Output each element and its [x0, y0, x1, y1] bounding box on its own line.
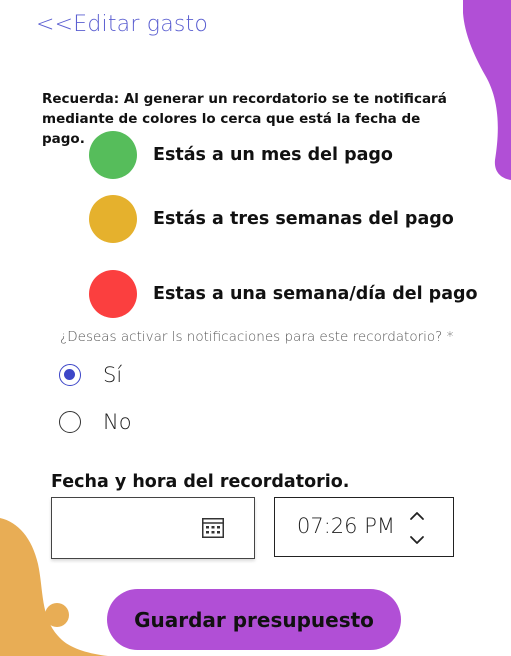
time-input[interactable]: 07:26 PM — [274, 497, 454, 557]
date-input[interactable] — [51, 497, 255, 559]
legend-row-one-week: Estas a una semana/día del pago — [89, 269, 478, 319]
notifications-question: ¿Deseas activar ls notificaciones para e… — [60, 329, 454, 345]
radio-label-no: No — [103, 410, 132, 434]
calendar-icon[interactable] — [202, 518, 224, 538]
save-budget-button[interactable]: Guardar presupuesto — [107, 589, 401, 650]
back-to-edit-expense-link[interactable]: <<Editar gasto — [36, 12, 208, 37]
yellow-status-dot — [89, 195, 137, 243]
legend-label: Estás a tres semanas del pago — [153, 209, 454, 229]
radio-label-yes: Sí — [103, 363, 123, 387]
decorative-purple-blob — [463, 0, 511, 180]
legend-row-one-month: Estás a un mes del pago — [89, 130, 393, 180]
legend-row-three-weeks: Estás a tres semanas del pago — [89, 194, 454, 244]
radio-option-no[interactable]: No — [59, 410, 132, 434]
radio-button-yes[interactable] — [59, 364, 81, 386]
datetime-heading: Fecha y hora del recordatorio. — [51, 472, 350, 492]
legend-label: Estas a una semana/día del pago — [153, 284, 478, 304]
legend-label: Estás a un mes del pago — [153, 145, 393, 165]
time-value: 07:26 PM — [297, 514, 395, 538]
radio-button-no[interactable] — [59, 411, 81, 433]
red-status-dot — [89, 270, 137, 318]
time-spinner-icon[interactable] — [409, 510, 425, 546]
radio-option-yes[interactable]: Sí — [59, 363, 122, 387]
green-status-dot — [89, 131, 137, 179]
